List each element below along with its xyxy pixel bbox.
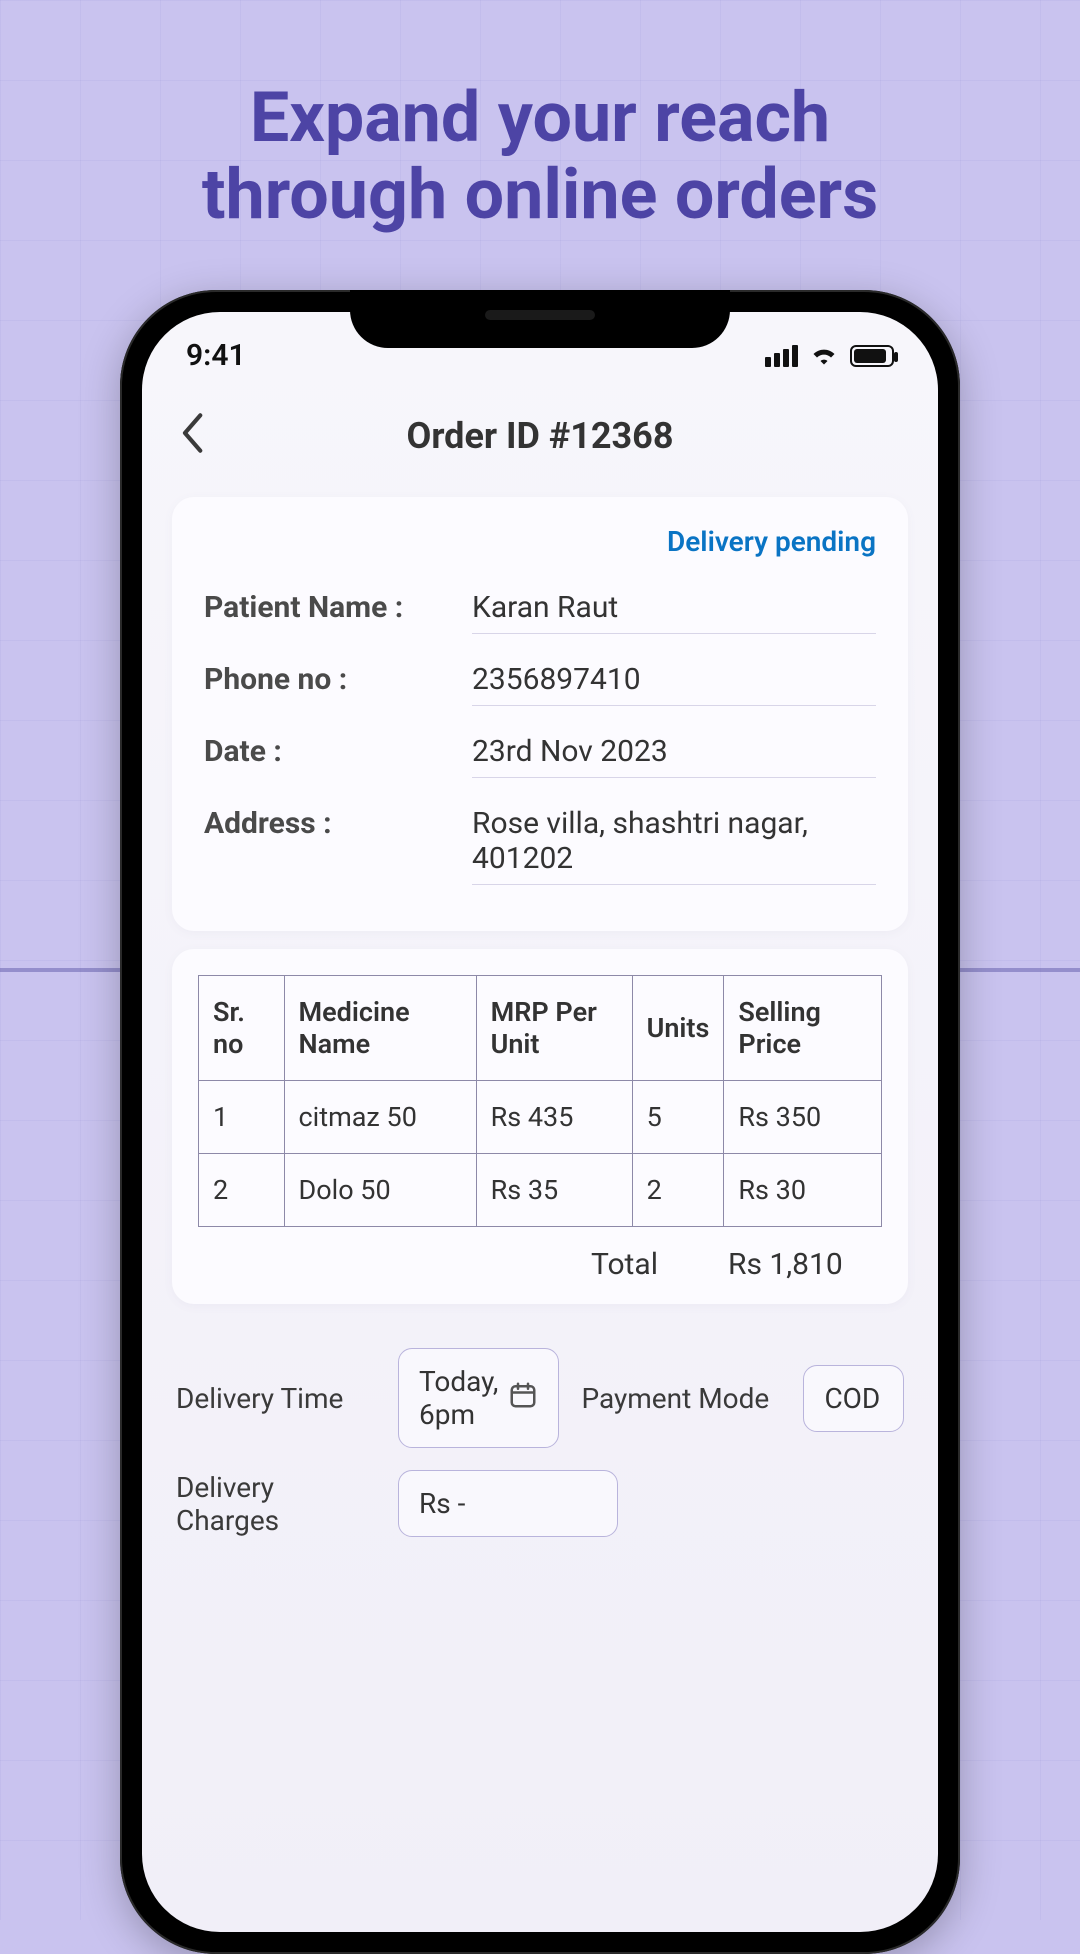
cell-med: citmaz 50: [284, 1081, 476, 1154]
cell-sell: Rs 30: [724, 1154, 882, 1227]
delivery-time-label: Delivery Time: [176, 1382, 376, 1415]
th-sr: Sr. no: [199, 976, 285, 1081]
status-time: 9:41: [186, 338, 246, 373]
table-row: 1 citmaz 50 Rs 435 5 Rs 350: [199, 1081, 882, 1154]
cell-units: 2: [632, 1154, 724, 1227]
items-card: Sr. no Medicine Name MRP Per Unit Units …: [172, 949, 908, 1304]
delivery-time-value: Today, 6pm: [419, 1365, 498, 1431]
cell-sr: 2: [199, 1154, 285, 1227]
delivery-row-1: Delivery Time Today, 6pm Payment Mode CO…: [142, 1322, 938, 1448]
delivery-charges-value: Rs -: [419, 1487, 465, 1520]
status-indicators: [765, 338, 894, 373]
date-label: Date :: [204, 734, 454, 778]
date-value: 23rd Nov 2023: [472, 734, 876, 778]
date-row: Date : 23rd Nov 2023: [204, 720, 876, 792]
cell-med: Dolo 50: [284, 1154, 476, 1227]
payment-mode-picker[interactable]: COD: [803, 1365, 904, 1432]
cell-mrp: Rs 35: [476, 1154, 632, 1227]
promo-line-2: through online orders: [40, 157, 1040, 234]
phone-notch: [350, 290, 730, 348]
total-row: Total Rs 1,810: [198, 1227, 882, 1282]
back-button[interactable]: [178, 413, 206, 460]
patient-name-row: Patient Name : Karan Raut: [204, 576, 876, 648]
phone-row: Phone no : 2356897410: [204, 648, 876, 720]
calendar-icon: [508, 1380, 538, 1417]
page-title: Order ID #12368: [407, 415, 674, 457]
cell-mrp: Rs 435: [476, 1081, 632, 1154]
th-mrp: MRP Per Unit: [476, 976, 632, 1081]
phone-value: 2356897410: [472, 662, 876, 706]
battery-icon: [850, 345, 894, 367]
phone-screen: 9:41 Order ID #12368 Delivery pending: [142, 312, 938, 1932]
patient-name-value: Karan Raut: [472, 590, 876, 634]
total-label: Total: [591, 1247, 658, 1282]
signal-icon: [765, 345, 798, 367]
promo-headline: Expand your reach through online orders: [0, 0, 1080, 264]
phone-mockup: 9:41 Order ID #12368 Delivery pending: [120, 290, 960, 1954]
table-row: 2 Dolo 50 Rs 35 2 Rs 30: [199, 1154, 882, 1227]
address-label: Address :: [204, 806, 454, 885]
th-selling: Selling Price: [724, 976, 882, 1081]
th-medicine: Medicine Name: [284, 976, 476, 1081]
promo-line-1: Expand your reach: [40, 80, 1040, 157]
wifi-icon: [810, 338, 838, 373]
address-value: Rose villa, shashtri nagar, 401202: [472, 806, 876, 885]
cell-sell: Rs 350: [724, 1081, 882, 1154]
patient-name-label: Patient Name :: [204, 590, 454, 634]
address-row: Address : Rose villa, shashtri nagar, 40…: [204, 792, 876, 899]
th-units: Units: [632, 976, 724, 1081]
delivery-charges-label: Delivery Charges: [176, 1471, 376, 1537]
payment-mode-value: COD: [824, 1382, 880, 1415]
total-value: Rs 1,810: [728, 1247, 868, 1282]
phone-frame: 9:41 Order ID #12368 Delivery pending: [120, 290, 960, 1954]
payment-mode-label: Payment Mode: [581, 1382, 781, 1415]
patient-card: Delivery pending Patient Name : Karan Ra…: [172, 497, 908, 931]
phone-label: Phone no :: [204, 662, 454, 706]
cell-units: 5: [632, 1081, 724, 1154]
items-table: Sr. no Medicine Name MRP Per Unit Units …: [198, 975, 882, 1227]
delivery-time-picker[interactable]: Today, 6pm: [398, 1348, 559, 1448]
app-header: Order ID #12368: [142, 373, 938, 479]
delivery-row-2: Delivery Charges Rs -: [142, 1448, 938, 1537]
delivery-status: Delivery pending: [204, 525, 876, 558]
delivery-charges-field[interactable]: Rs -: [398, 1470, 618, 1537]
cell-sr: 1: [199, 1081, 285, 1154]
table-header-row: Sr. no Medicine Name MRP Per Unit Units …: [199, 976, 882, 1081]
